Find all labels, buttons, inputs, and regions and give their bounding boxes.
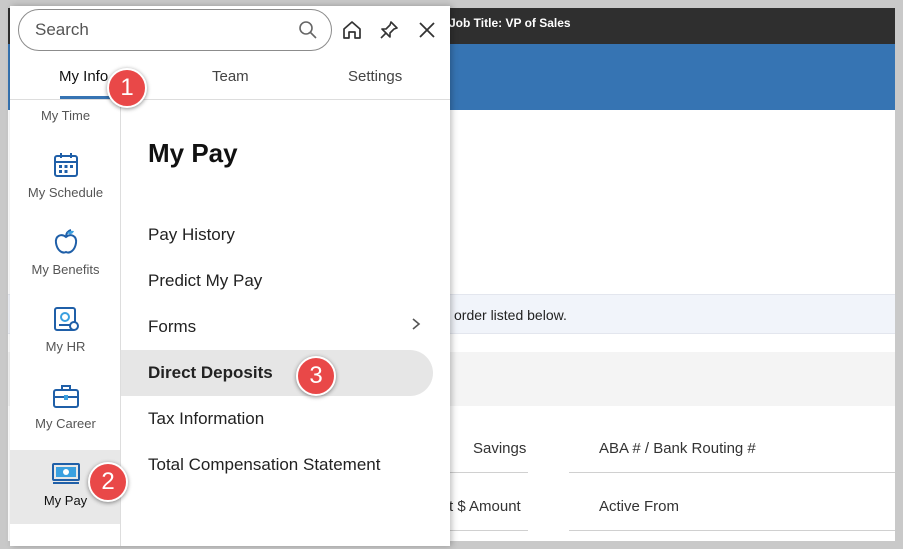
chevron-right-icon [411, 317, 421, 336]
pay-icon [51, 458, 81, 488]
job-title: Job Title: VP of Sales [449, 16, 571, 30]
menu-item-forms[interactable]: Forms [121, 304, 433, 350]
search-input[interactable] [35, 19, 285, 41]
close-icon[interactable] [415, 18, 439, 42]
sidebar-item-label: My Benefits [31, 262, 100, 277]
sidebar-item-label: My Schedule [27, 185, 104, 200]
menu-item-label: Tax Information [148, 409, 265, 428]
column-amount: t $ Amount [449, 498, 521, 515]
calendar-icon [51, 150, 81, 180]
menu-item-direct-deposits[interactable]: Direct Deposits [121, 350, 433, 396]
search-box[interactable] [18, 9, 332, 51]
sidebar-item-my-time[interactable]: My Time [10, 100, 120, 144]
column-aba-routing: ABA # / Bank Routing # [599, 440, 756, 457]
menu-item-label: Pay History [148, 225, 235, 244]
tab-team[interactable]: Team [212, 68, 249, 85]
sidebar-item-my-schedule[interactable]: My Schedule [10, 144, 120, 218]
hr-document-icon [51, 304, 81, 334]
sidebar-item-label: My Career [35, 416, 96, 431]
navigation-flyout: My Info Team Settings My Time My Schedul… [10, 6, 450, 546]
menu-item-label: Total Compensation Statement [148, 455, 381, 474]
search-icon[interactable] [297, 19, 319, 41]
column-savings: Savings [473, 440, 527, 457]
page-title: My Pay [148, 138, 238, 168]
divider [449, 530, 528, 531]
step-badge-3: 3 [296, 356, 336, 396]
sidebar-item-my-career[interactable]: My Career [10, 375, 120, 449]
sidebar-item-my-benefits[interactable]: My Benefits [10, 221, 120, 295]
menu-item-total-compensation-statement[interactable]: Total Compensation Statement [121, 442, 433, 488]
column-active-from: Active From [599, 498, 680, 515]
divider [569, 530, 895, 531]
menu-item-label: Predict My Pay [148, 271, 263, 290]
menu-item-predict-my-pay[interactable]: Predict My Pay [121, 258, 433, 304]
tab-bar: My Info Team Settings [10, 58, 450, 100]
briefcase-icon [51, 381, 81, 411]
active-tab-indicator [60, 96, 110, 99]
menu-item-tax-information[interactable]: Tax Information [121, 396, 433, 442]
sidebar-item-label: My HR [45, 339, 86, 354]
divider [449, 472, 528, 473]
divider [569, 472, 895, 473]
pin-icon[interactable] [377, 18, 401, 42]
apple-icon [51, 227, 81, 257]
tab-my-info[interactable]: My Info [59, 68, 108, 85]
home-icon[interactable] [340, 18, 364, 42]
info-text: order listed below. [454, 307, 567, 323]
menu-item-label: Direct Deposits [148, 363, 273, 382]
menu-item-label: Forms [148, 317, 197, 336]
sidebar-item-label: My Time [40, 108, 91, 123]
sidebar-item-my-hr[interactable]: My HR [10, 298, 120, 372]
step-badge-1: 1 [107, 68, 147, 108]
step-badge-2: 2 [88, 462, 128, 502]
menu-item-pay-history[interactable]: Pay History [121, 212, 433, 258]
tab-settings[interactable]: Settings [348, 68, 402, 85]
